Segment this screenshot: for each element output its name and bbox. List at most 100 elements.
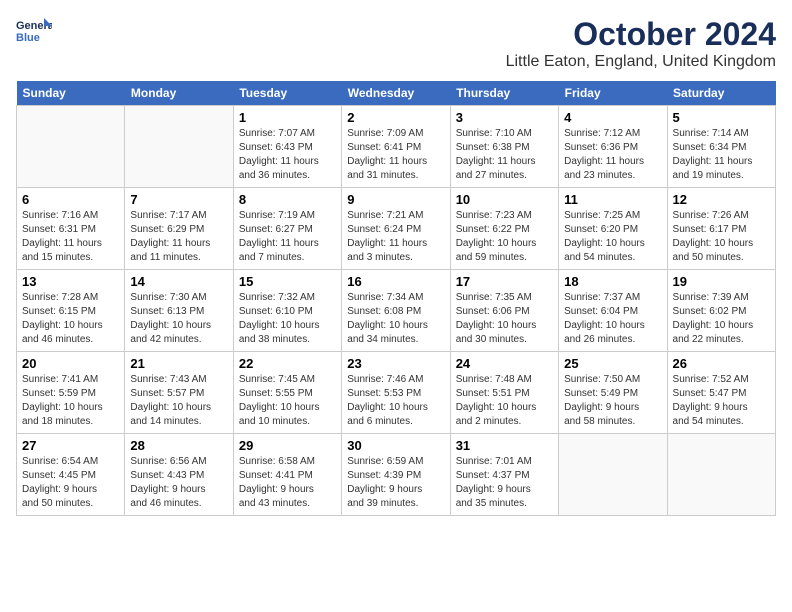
calendar-cell: 29Sunrise: 6:58 AM Sunset: 4:41 PM Dayli… [233, 434, 341, 516]
cell-info: Sunrise: 7:21 AM Sunset: 6:24 PM Dayligh… [347, 209, 444, 265]
day-header-sunday: Sunday [17, 81, 125, 106]
calendar-cell: 7Sunrise: 7:17 AM Sunset: 6:29 PM Daylig… [125, 188, 233, 270]
date-number: 18 [564, 274, 661, 289]
cell-info: Sunrise: 7:14 AM Sunset: 6:34 PM Dayligh… [673, 127, 770, 183]
date-number: 23 [347, 356, 444, 371]
date-number: 12 [673, 192, 770, 207]
cell-info: Sunrise: 6:56 AM Sunset: 4:43 PM Dayligh… [130, 455, 227, 511]
cell-info: Sunrise: 7:12 AM Sunset: 6:36 PM Dayligh… [564, 127, 661, 183]
calendar-cell [125, 106, 233, 188]
date-number: 21 [130, 356, 227, 371]
month-year-title: October 2024 [506, 16, 776, 53]
date-number: 17 [456, 274, 553, 289]
calendar-cell: 13 Sunrise: 7:28 AM Sunset: 6:15 PM Dayli… [17, 270, 125, 352]
date-number: 25 [564, 356, 661, 371]
cell-info: Sunrise: 7:23 AM Sunset: 6:22 PM Dayligh… [456, 209, 553, 265]
cell-info: Sunrise: 7:17 AM Sunset: 6:29 PM Dayligh… [130, 209, 227, 265]
week-row-2: 6Sunrise: 7:16 AM Sunset: 6:31 PM Daylig… [17, 188, 776, 270]
calendar-cell: 17 Sunrise: 7:35 AM Sunset: 6:06 PM Dayli… [450, 270, 558, 352]
date-number: 26 [673, 356, 770, 371]
date-number: 16 [347, 274, 444, 289]
date-number: 20 [22, 356, 119, 371]
calendar-cell: 6Sunrise: 7:16 AM Sunset: 6:31 PM Daylig… [17, 188, 125, 270]
cell-info: Sunrise: 7:45 AM Sunset: 5:55 PM Dayligh… [239, 373, 336, 429]
calendar-cell: 31 Sunrise: 7:01 AM Sunset: 4:37 PM Dayli… [450, 434, 558, 516]
calendar-cell: 21 Sunrise: 7:43 AM Sunset: 5:57 PM Dayli… [125, 352, 233, 434]
cell-info: Sunrise: 7:52 AM Sunset: 5:47 PM Dayligh… [673, 373, 770, 429]
cell-info: Sunrise: 7:43 AM Sunset: 5:57 PM Dayligh… [130, 373, 227, 429]
calendar-cell: 28 Sunrise: 6:56 AM Sunset: 4:43 PM Dayli… [125, 434, 233, 516]
week-row-4: 20 Sunrise: 7:41 AM Sunset: 5:59 PM Dayli… [17, 352, 776, 434]
logo-icon: General Blue [16, 16, 52, 44]
cell-info: Sunrise: 6:54 AM Sunset: 4:45 PM Dayligh… [22, 455, 119, 511]
cell-info: Sunrise: 7:09 AM Sunset: 6:41 PM Dayligh… [347, 127, 444, 183]
calendar-cell: 23 Sunrise: 7:46 AM Sunset: 5:53 PM Dayli… [342, 352, 450, 434]
date-number: 1 [239, 110, 336, 125]
date-number: 6 [22, 192, 119, 207]
cell-info: Sunrise: 7:48 AM Sunset: 5:51 PM Dayligh… [456, 373, 553, 429]
calendar-cell: 26 Sunrise: 7:52 AM Sunset: 5:47 PM Dayli… [667, 352, 775, 434]
date-number: 24 [456, 356, 553, 371]
calendar-cell: 22Sunrise: 7:45 AM Sunset: 5:55 PM Dayli… [233, 352, 341, 434]
date-number: 8 [239, 192, 336, 207]
calendar-cell: 4 Sunrise: 7:12 AM Sunset: 6:36 PM Daylig… [559, 106, 667, 188]
cell-info: Sunrise: 7:39 AM Sunset: 6:02 PM Dayligh… [673, 291, 770, 347]
logo: General Blue [16, 16, 52, 44]
day-header-tuesday: Tuesday [233, 81, 341, 106]
date-number: 11 [564, 192, 661, 207]
cell-info: Sunrise: 7:46 AM Sunset: 5:53 PM Dayligh… [347, 373, 444, 429]
cell-info: Sunrise: 7:41 AM Sunset: 5:59 PM Dayligh… [22, 373, 119, 429]
calendar-cell: 18 Sunrise: 7:37 AM Sunset: 6:04 PM Dayli… [559, 270, 667, 352]
svg-text:Blue: Blue [16, 32, 40, 44]
date-number: 2 [347, 110, 444, 125]
calendar-cell: 15Sunrise: 7:32 AM Sunset: 6:10 PM Dayli… [233, 270, 341, 352]
calendar-cell: 27 Sunrise: 6:54 AM Sunset: 4:45 PM Dayli… [17, 434, 125, 516]
week-row-5: 27 Sunrise: 6:54 AM Sunset: 4:45 PM Dayli… [17, 434, 776, 516]
date-number: 30 [347, 438, 444, 453]
cell-info: Sunrise: 7:37 AM Sunset: 6:04 PM Dayligh… [564, 291, 661, 347]
date-number: 10 [456, 192, 553, 207]
calendar-cell: 5 Sunrise: 7:14 AM Sunset: 6:34 PM Daylig… [667, 106, 775, 188]
date-number: 13 [22, 274, 119, 289]
calendar-table: SundayMondayTuesdayWednesdayThursdayFrid… [16, 81, 776, 516]
date-number: 28 [130, 438, 227, 453]
date-number: 31 [456, 438, 553, 453]
calendar-cell: 8 Sunrise: 7:19 AM Sunset: 6:27 PM Daylig… [233, 188, 341, 270]
date-number: 27 [22, 438, 119, 453]
cell-info: Sunrise: 7:32 AM Sunset: 6:10 PM Dayligh… [239, 291, 336, 347]
day-header-saturday: Saturday [667, 81, 775, 106]
cell-info: Sunrise: 7:50 AM Sunset: 5:49 PM Dayligh… [564, 373, 661, 429]
cell-info: Sunrise: 7:28 AM Sunset: 6:15 PM Dayligh… [22, 291, 119, 347]
calendar-cell: 19Sunrise: 7:39 AM Sunset: 6:02 PM Dayli… [667, 270, 775, 352]
date-number: 4 [564, 110, 661, 125]
calendar-cell: 11 Sunrise: 7:25 AM Sunset: 6:20 PM Dayli… [559, 188, 667, 270]
date-number: 9 [347, 192, 444, 207]
calendar-cell: 14 Sunrise: 7:30 AM Sunset: 6:13 PM Dayli… [125, 270, 233, 352]
cell-info: Sunrise: 7:19 AM Sunset: 6:27 PM Dayligh… [239, 209, 336, 265]
calendar-cell: 3Sunrise: 7:10 AM Sunset: 6:38 PM Daylig… [450, 106, 558, 188]
day-header-friday: Friday [559, 81, 667, 106]
calendar-cell: 9 Sunrise: 7:21 AM Sunset: 6:24 PM Daylig… [342, 188, 450, 270]
cell-info: Sunrise: 7:34 AM Sunset: 6:08 PM Dayligh… [347, 291, 444, 347]
date-number: 5 [673, 110, 770, 125]
date-number: 3 [456, 110, 553, 125]
day-header-wednesday: Wednesday [342, 81, 450, 106]
date-number: 14 [130, 274, 227, 289]
calendar-cell: 16 Sunrise: 7:34 AM Sunset: 6:08 PM Dayli… [342, 270, 450, 352]
calendar-cell: 24 Sunrise: 7:48 AM Sunset: 5:51 PM Dayli… [450, 352, 558, 434]
calendar-cell: 20 Sunrise: 7:41 AM Sunset: 5:59 PM Dayli… [17, 352, 125, 434]
page-header: General Blue October 2024 Little Eaton, … [16, 16, 776, 71]
days-header-row: SundayMondayTuesdayWednesdayThursdayFrid… [17, 81, 776, 106]
location-subtitle: Little Eaton, England, United Kingdom [506, 53, 776, 71]
cell-info: Sunrise: 6:58 AM Sunset: 4:41 PM Dayligh… [239, 455, 336, 511]
cell-info: Sunrise: 6:59 AM Sunset: 4:39 PM Dayligh… [347, 455, 444, 511]
calendar-cell [667, 434, 775, 516]
cell-info: Sunrise: 7:26 AM Sunset: 6:17 PM Dayligh… [673, 209, 770, 265]
cell-info: Sunrise: 7:35 AM Sunset: 6:06 PM Dayligh… [456, 291, 553, 347]
calendar-cell: 1Sunrise: 7:07 AM Sunset: 6:43 PM Daylig… [233, 106, 341, 188]
cell-info: Sunrise: 7:25 AM Sunset: 6:20 PM Dayligh… [564, 209, 661, 265]
cell-info: Sunrise: 7:01 AM Sunset: 4:37 PM Dayligh… [456, 455, 553, 511]
cell-info: Sunrise: 7:30 AM Sunset: 6:13 PM Dayligh… [130, 291, 227, 347]
day-header-monday: Monday [125, 81, 233, 106]
week-row-3: 13 Sunrise: 7:28 AM Sunset: 6:15 PM Dayli… [17, 270, 776, 352]
